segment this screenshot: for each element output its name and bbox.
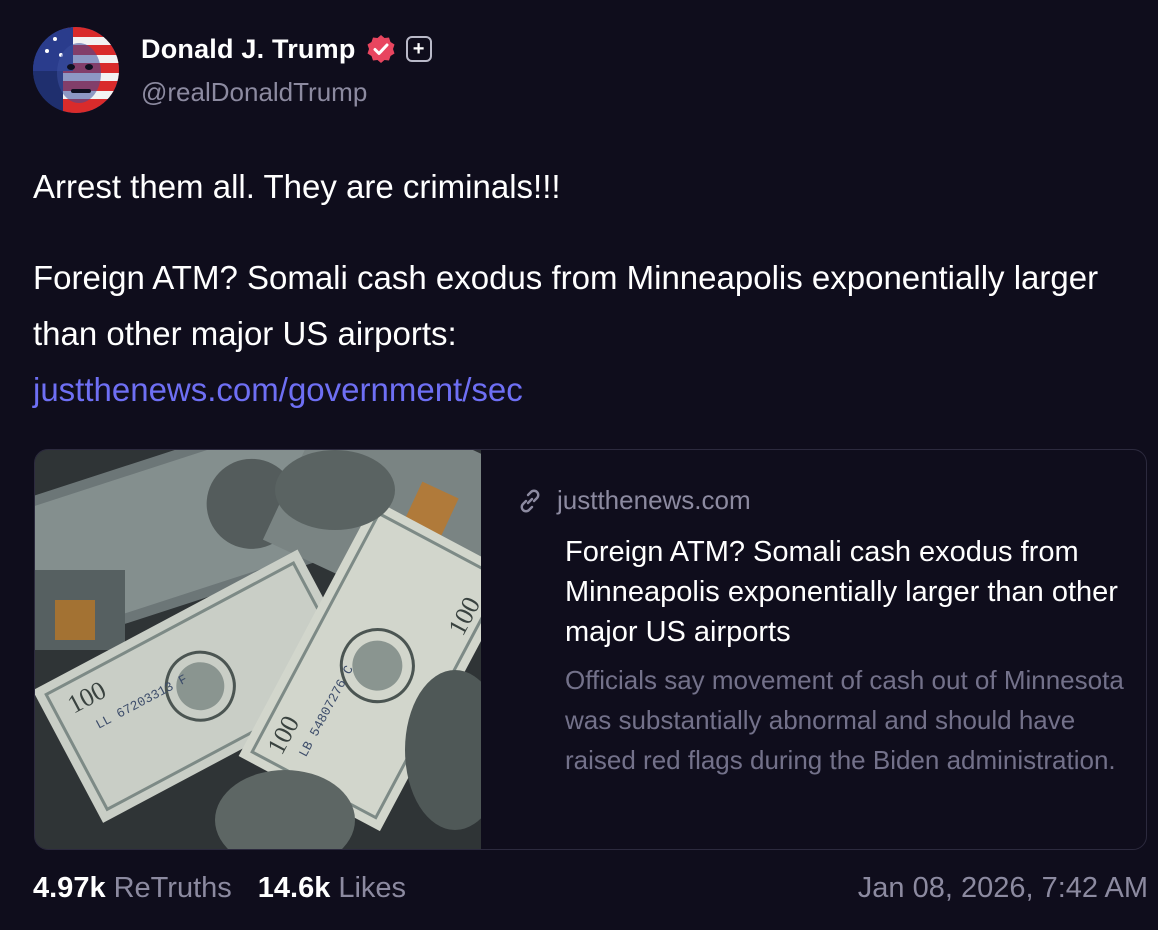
post-text-paragraph: Foreign ATM? Somali cash exodus from Min… (33, 259, 1099, 352)
link-preview-description: Officials say movement of cash out of Mi… (565, 665, 1124, 775)
post-stats: 4.97k ReTruths 14.6k Likes (33, 872, 406, 905)
retruths-count[interactable]: 4.97k (33, 872, 106, 905)
link-preview-domain-row: justthenews.com (515, 485, 751, 516)
avatar-image (33, 27, 119, 113)
post-text-line1: Arrest them all. They are criminals!!! (33, 168, 561, 205)
retruths-label[interactable]: ReTruths (114, 872, 232, 905)
link-preview-title: Foreign ATM? Somali cash exodus from Min… (565, 536, 1118, 648)
post-timestamp[interactable]: Jan 08, 2026, 7:42 AM (858, 872, 1148, 905)
author-name-row: Donald J. Trump + (141, 32, 432, 66)
link-preview-domain: justthenews.com (557, 485, 751, 515)
author-handle[interactable]: @realDonaldTrump (141, 77, 367, 108)
likes-count[interactable]: 14.6k (258, 872, 331, 905)
post-link[interactable]: justthenews.com/government/sec (33, 362, 523, 418)
post-container: Donald J. Trump + @realDonaldTrump Arres… (0, 0, 1158, 930)
likes-label[interactable]: Likes (338, 872, 406, 905)
avatar[interactable] (33, 27, 119, 113)
link-preview-card[interactable]: 100 100 LL 67203313 F 100 LB 54807276 C … (34, 449, 1147, 850)
link-preview-image: 100 100 LL 67203313 F 100 LB 54807276 C … (35, 450, 481, 849)
verified-check-icon (366, 34, 396, 64)
plus-badge-icon: + (405, 36, 432, 62)
author-display-name[interactable]: Donald J. Trump (141, 34, 356, 65)
link-icon (515, 486, 545, 516)
